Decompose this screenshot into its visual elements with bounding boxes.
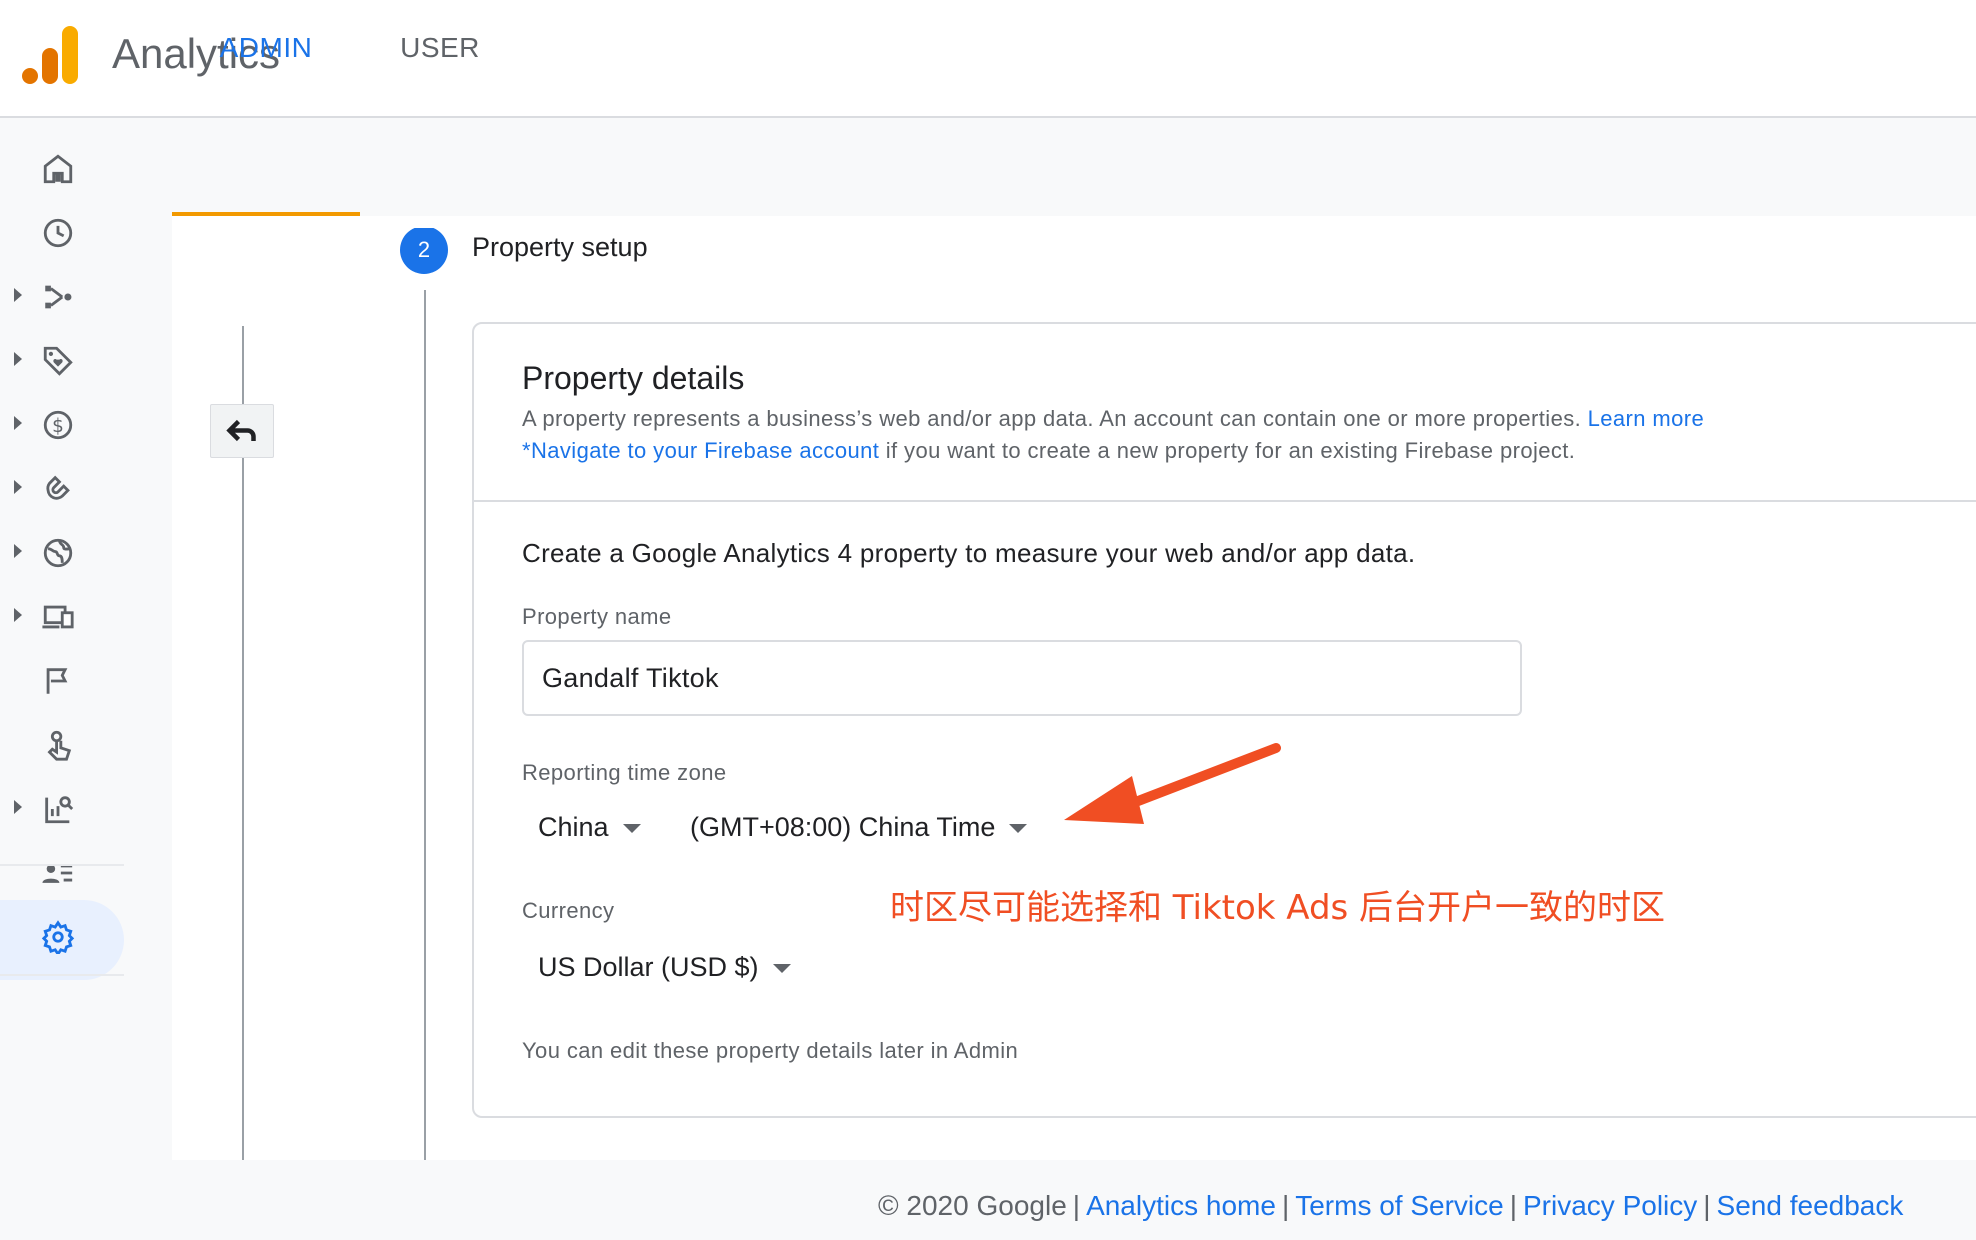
report-search-icon (45, 796, 74, 824)
step-title: Property setup (472, 232, 648, 262)
footer-links: © 2020 Google | Analytics home | Terms of Se… (878, 1190, 1904, 1221)
card-title: Property details (522, 360, 745, 396)
form-intro: Create a Google Analytics 4 property to … (522, 538, 1416, 568)
nav-realtime[interactable] (0, 200, 124, 264)
dropdown-arrow-icon (1009, 824, 1028, 834)
home-icon (43, 154, 73, 184)
dropdown-arrow-icon (622, 824, 641, 834)
globe-icon (43, 538, 73, 568)
nav-events[interactable] (0, 648, 124, 712)
clock-icon (43, 218, 73, 248)
country-select[interactable]: China (538, 812, 641, 843)
property-name-input[interactable]: Gandalf Tiktok (522, 640, 1522, 716)
timezone-select[interactable]: (GMT+08:00) China Time (690, 812, 1028, 843)
card-description: A property represents a business’s web a… (522, 406, 1704, 432)
nav-divider (0, 974, 124, 976)
stepper-line (424, 290, 426, 1160)
firebase-link[interactable]: *Navigate to your Firebase account (522, 438, 879, 463)
firebase-note: *Navigate to your Firebase account if yo… (522, 438, 1575, 464)
gear-icon (41, 920, 75, 954)
analytics-logo-icon[interactable] (22, 26, 78, 86)
touch-icon (47, 730, 72, 761)
timezone-value: (GMT+08:00) China Time (690, 812, 996, 842)
nav-home[interactable] (0, 136, 124, 200)
timezone-label: Reporting time zone (522, 760, 727, 785)
currency-label: Currency (522, 898, 615, 923)
nav-divider (0, 864, 124, 866)
flag-icon (46, 668, 68, 694)
annotation-arrow-icon (1064, 743, 1281, 824)
dollar-icon: $ (43, 410, 73, 440)
copyright: © 2020 Google (878, 1190, 1067, 1221)
back-button[interactable] (210, 404, 274, 458)
svg-text:$: $ (52, 416, 64, 437)
step-number: 2 (400, 226, 448, 274)
devices-icon (42, 605, 74, 629)
learn-more-link[interactable]: Learn more (1588, 406, 1705, 431)
nav-demographics[interactable] (0, 520, 124, 584)
nav-tags[interactable] (0, 328, 124, 392)
tab-admin[interactable]: ADMIN (172, 0, 360, 96)
footer-link-privacy[interactable]: Privacy Policy (1523, 1190, 1697, 1221)
left-nav: $ (0, 120, 124, 1240)
nav-tech[interactable] (0, 584, 124, 648)
audience-icon (42, 864, 73, 883)
annotation-text: 时区尽可能选择和 Tiktok Ads 后台开户一致的时区 (890, 888, 1666, 928)
nav-conversions[interactable] (0, 712, 124, 776)
currency-value: US Dollar (USD $) (538, 952, 759, 982)
edit-later-note: You can edit these property details late… (522, 1038, 1019, 1063)
dropdown-arrow-icon (772, 964, 791, 974)
nav-lifecycle[interactable] (0, 264, 124, 328)
country-value: China (538, 812, 609, 842)
nav-monetization[interactable]: $ (0, 392, 124, 456)
firebase-note-text: if you want to create a new property for… (879, 438, 1576, 463)
card-divider (474, 500, 1976, 502)
nav-explore[interactable] (0, 776, 124, 840)
magnet-icon (46, 475, 70, 500)
nav-admin[interactable] (0, 900, 124, 980)
admin-tabs (172, 120, 1976, 216)
currency-select[interactable]: US Dollar (USD $) (538, 952, 791, 983)
nav-retention[interactable] (0, 456, 124, 520)
footer-link-terms[interactable]: Terms of Service (1295, 1190, 1504, 1221)
back-arrow-icon (226, 419, 256, 442)
desc-text: A property represents a business’s web a… (522, 406, 1588, 431)
footer-link-analytics-home[interactable]: Analytics home (1086, 1190, 1276, 1221)
nav-audiences[interactable] (0, 840, 124, 904)
footer-link-feedback[interactable]: Send feedback (1717, 1190, 1904, 1221)
property-name-label: Property name (522, 604, 672, 629)
flow-icon (45, 285, 72, 309)
tag-heart-icon (43, 346, 73, 376)
tab-user[interactable]: USER (360, 0, 520, 96)
